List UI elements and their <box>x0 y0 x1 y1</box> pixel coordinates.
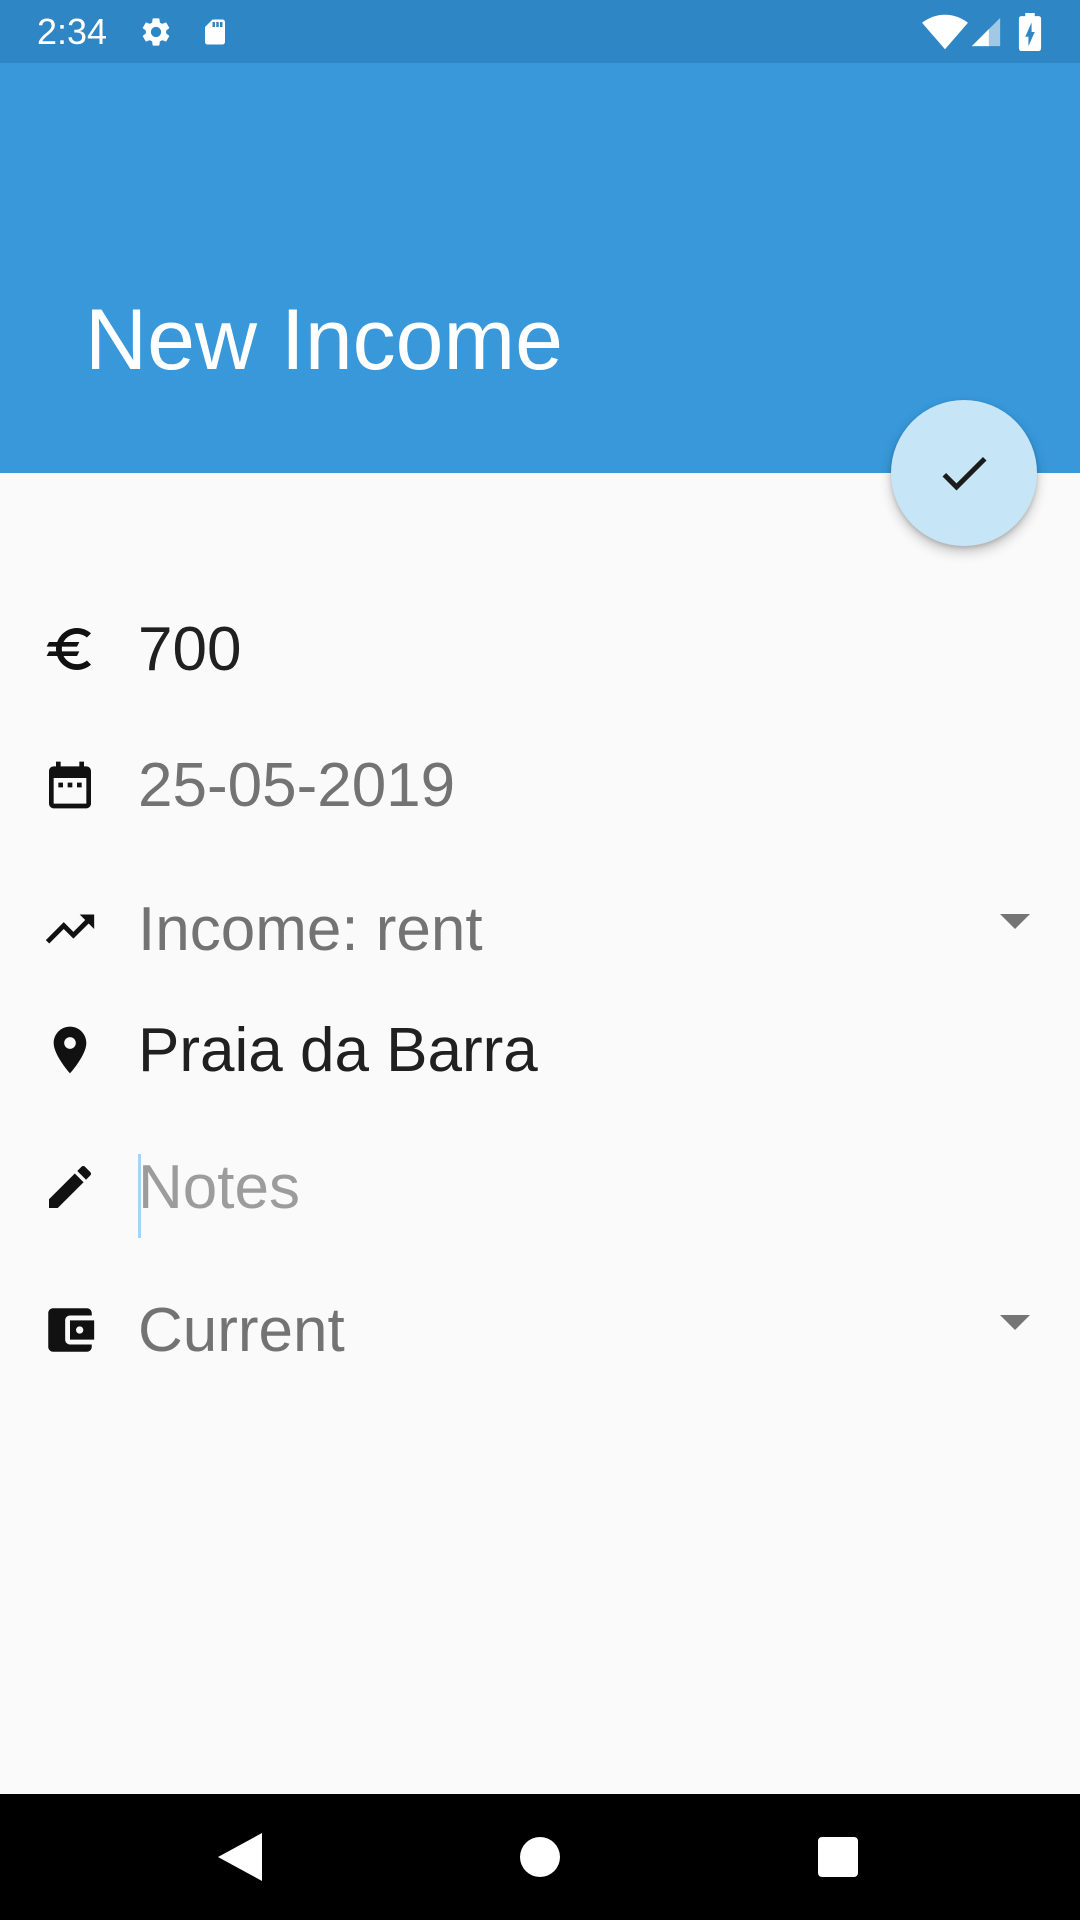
signal-icon <box>968 0 1004 63</box>
check-icon <box>942 456 987 491</box>
category-dropdown[interactable]: Income: rent <box>0 874 1080 984</box>
trending-up-icon <box>40 899 100 959</box>
location-field[interactable]: Praia da Barra <box>0 995 1080 1105</box>
category-selected: Income: rent <box>138 894 483 964</box>
save-fab-button[interactable] <box>891 400 1037 546</box>
notes-placeholder: Notes <box>138 1152 300 1222</box>
status-bar: 2:34 <box>0 0 1080 63</box>
battery-charging-icon <box>1015 0 1045 63</box>
pencil-icon <box>40 1157 100 1217</box>
sd-card-icon <box>198 0 232 63</box>
notes-field[interactable]: Notes <box>0 1132 1080 1242</box>
location-pin-icon <box>40 1020 100 1080</box>
euro-icon <box>40 619 100 679</box>
date-value: 25-05-2019 <box>138 750 456 820</box>
location-value: Praia da Barra <box>138 1015 538 1085</box>
back-icon[interactable] <box>180 1794 300 1920</box>
amount-value: 700 <box>138 614 242 684</box>
chevron-down-icon <box>1000 914 1030 929</box>
wallet-icon <box>40 1300 100 1360</box>
date-field[interactable]: 25-05-2019 <box>0 730 1080 840</box>
wifi-icon <box>920 0 970 63</box>
calendar-icon <box>40 755 100 815</box>
home-icon[interactable] <box>480 1794 600 1920</box>
chevron-down-icon <box>1000 1315 1030 1330</box>
recents-icon[interactable] <box>778 1794 898 1920</box>
status-time: 2:34 <box>37 11 108 52</box>
amount-field[interactable]: 700 <box>0 594 1080 704</box>
system-nav-bar <box>0 1794 1080 1920</box>
gear-icon <box>138 0 174 63</box>
page-title: New Income <box>85 292 563 388</box>
account-dropdown[interactable]: Current <box>0 1275 1080 1385</box>
app-bar <box>0 63 1080 473</box>
account-selected: Current <box>138 1295 345 1365</box>
